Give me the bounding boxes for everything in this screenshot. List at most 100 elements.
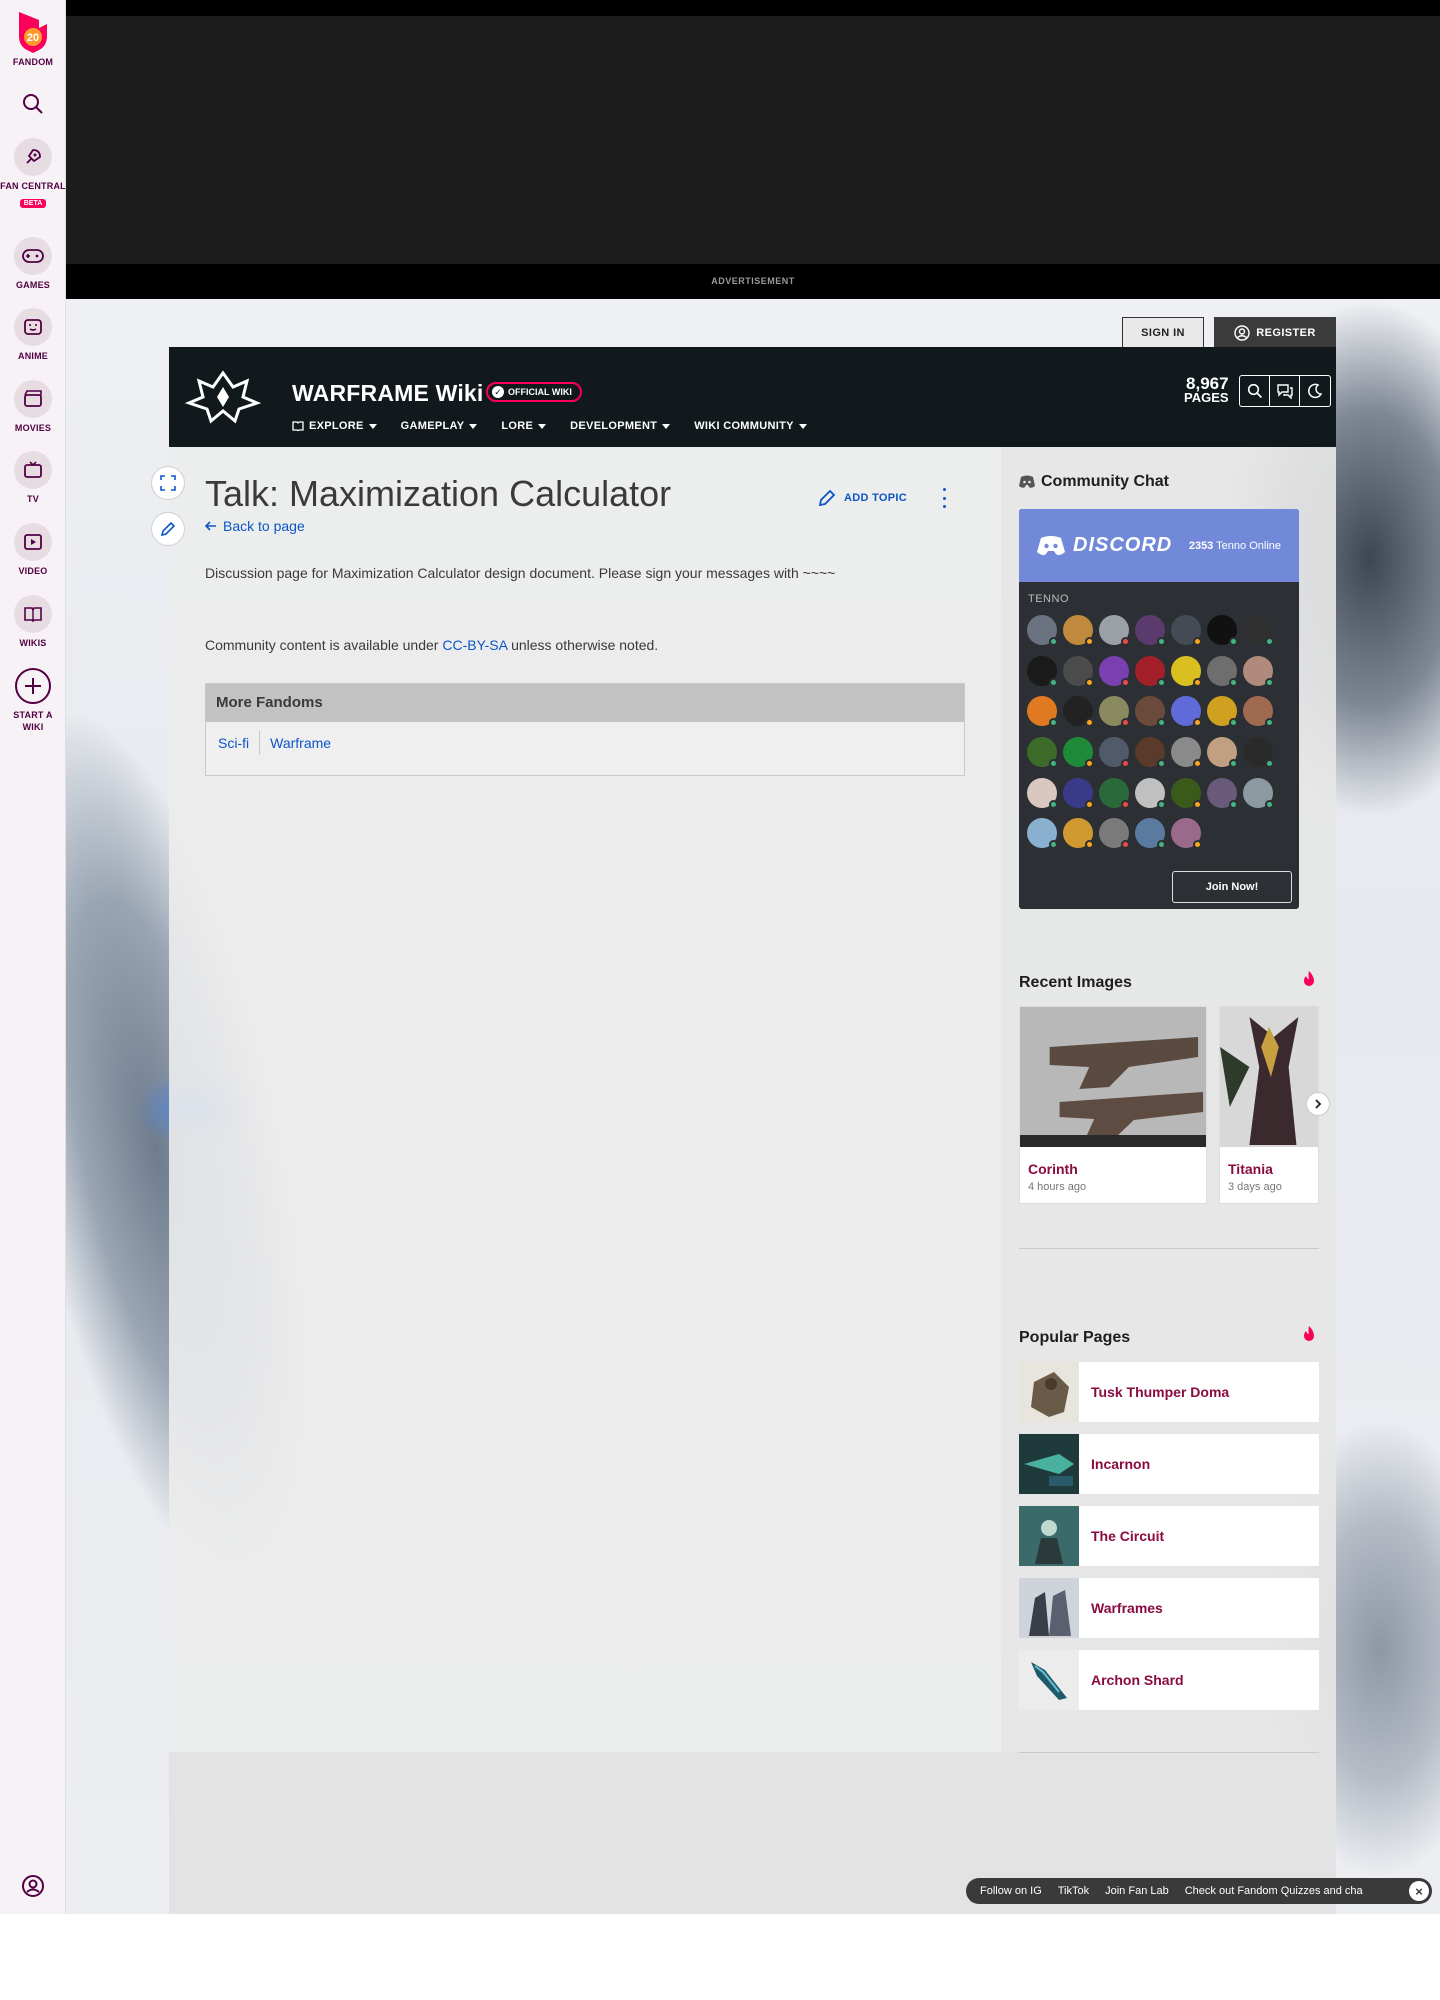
more-actions-icon[interactable] [940, 488, 948, 508]
back-to-page-link[interactable]: Back to page [205, 518, 305, 534]
discord-member-avatar[interactable] [1027, 696, 1058, 728]
discord-member-avatar[interactable] [1099, 615, 1130, 646]
discord-member-avatar[interactable] [1063, 615, 1094, 646]
sign-in-button[interactable]: SIGN IN [1122, 317, 1204, 348]
carousel-next-button[interactable] [1306, 1092, 1330, 1116]
discord-member-avatar[interactable] [1063, 818, 1094, 850]
fandom-link-sci-fi[interactable]: Sci-fi [218, 731, 259, 755]
recent-image-card[interactable]: Corinth 4 hours ago [1019, 1006, 1207, 1204]
wiki-nav-wiki-community[interactable]: WIKI COMMUNITY [694, 420, 807, 432]
discord-member-avatar[interactable] [1135, 736, 1166, 768]
discord-member-avatar[interactable] [1027, 777, 1058, 809]
discord-member-avatar[interactable] [1207, 655, 1238, 687]
discord-member-avatar[interactable] [1099, 818, 1130, 850]
discord-member-avatar[interactable] [1135, 818, 1166, 850]
discord-member-avatar[interactable] [1243, 777, 1274, 809]
follow-ig-link[interactable]: Follow on IG [980, 1885, 1058, 1897]
join-fan-lab-link[interactable]: Join Fan Lab [1105, 1885, 1185, 1897]
popular-page-item[interactable]: Tusk Thumper Doma [1019, 1362, 1319, 1422]
discord-member-avatar[interactable] [1027, 818, 1058, 850]
fandom-quizzes-link[interactable]: Check out Fandom Quizzes and cha [1185, 1885, 1379, 1897]
discord-member-avatar[interactable] [1027, 615, 1058, 646]
status-indicator [1229, 718, 1238, 728]
pencil-icon [160, 521, 176, 537]
discord-member-avatar[interactable] [1063, 655, 1094, 687]
search-button[interactable] [0, 92, 66, 116]
discord-member-avatar[interactable] [1171, 818, 1202, 850]
wiki-nav-gameplay[interactable]: GAMEPLAY [401, 420, 478, 432]
status-indicator [1085, 637, 1094, 646]
wiki-nav-lore[interactable]: LORE [501, 420, 547, 432]
license-link[interactable]: CC-BY-SA [442, 637, 507, 653]
add-topic-button[interactable]: ADD TOPIC [818, 489, 907, 507]
discord-member-avatar[interactable] [1099, 736, 1130, 768]
rail-divider [1019, 1752, 1319, 1753]
nav-item-video[interactable]: VIDEO [0, 523, 66, 577]
discord-member-avatar[interactable] [1171, 736, 1202, 768]
status-indicator [1049, 718, 1058, 728]
discord-member-avatar[interactable] [1063, 696, 1094, 728]
close-icon[interactable]: × [1409, 1881, 1429, 1901]
popular-page-item[interactable]: Warframes [1019, 1578, 1319, 1638]
caret-down-icon [469, 423, 478, 429]
warframe-logo-icon[interactable] [183, 367, 263, 427]
discord-member-avatar[interactable] [1135, 696, 1166, 728]
ad-top-strip [66, 0, 1440, 16]
discord-member-avatar[interactable] [1243, 615, 1274, 646]
discord-member-avatar[interactable] [1135, 777, 1166, 809]
popular-page-item[interactable]: Archon Shard [1019, 1650, 1319, 1710]
nav-item-fan-central[interactable]: FAN CENTRAL BETA [0, 138, 66, 210]
discord-member-avatar[interactable] [1099, 655, 1130, 687]
popular-page-item[interactable]: The Circuit [1019, 1506, 1319, 1566]
discord-member-avatar[interactable] [1135, 655, 1166, 687]
discord-member-avatar[interactable] [1243, 696, 1274, 728]
tiktok-link[interactable]: TikTok [1058, 1885, 1105, 1897]
nav-item-games[interactable]: GAMES [0, 237, 66, 291]
discord-member-avatar[interactable] [1063, 736, 1094, 768]
nav-item-start-a-wiki[interactable]: START A WIKI [0, 667, 66, 733]
status-indicator [1049, 799, 1058, 809]
edit-button[interactable] [151, 512, 185, 546]
nav-item-movies[interactable]: MOVIES [0, 380, 66, 434]
discord-member-avatar[interactable] [1171, 655, 1202, 687]
discord-join-button[interactable]: Join Now! [1172, 871, 1292, 903]
discussions-button[interactable] [1270, 376, 1300, 406]
more-fandoms-links: Sci-fi Warframe [206, 722, 964, 764]
discord-member-avatar[interactable] [1207, 777, 1238, 809]
discord-member-avatar[interactable] [1243, 736, 1274, 768]
dark-mode-toggle[interactable] [1300, 376, 1330, 406]
discord-member-avatar[interactable] [1027, 655, 1058, 687]
discord-member-avatar[interactable] [1099, 696, 1130, 728]
popular-page-title: Warframes [1091, 1600, 1163, 1616]
discord-member-avatar[interactable] [1171, 696, 1202, 728]
wiki-search-button[interactable] [1240, 376, 1270, 406]
wiki-nav-label: DEVELOPMENT [570, 420, 658, 432]
nav-item-wikis[interactable]: WIKIS [0, 595, 66, 649]
beta-badge: BETA [19, 199, 47, 208]
tv-icon [14, 451, 52, 489]
discord-member-avatar[interactable] [1171, 777, 1202, 809]
register-button[interactable]: REGISTER [1214, 317, 1336, 348]
popular-page-item[interactable]: Incarnon [1019, 1434, 1319, 1494]
fandom-link-warframe[interactable]: Warframe [259, 731, 341, 755]
fullscreen-button[interactable] [151, 466, 185, 500]
discord-member-avatar[interactable] [1207, 696, 1238, 728]
discord-member-avatar[interactable] [1207, 615, 1238, 646]
recent-image-card[interactable]: Titania 3 days ago [1219, 1006, 1319, 1204]
discord-member-avatar[interactable] [1243, 655, 1274, 687]
user-account-button[interactable] [0, 1874, 66, 1898]
wiki-title[interactable]: WARFRAME Wiki [292, 380, 484, 407]
wiki-nav-explore[interactable]: EXPLORE [292, 420, 377, 432]
discord-widget: DISCORD 2353 Tenno Online TENNO Join Now… [1019, 509, 1299, 909]
nav-item-anime[interactable]: ANIME [0, 308, 66, 362]
fandom-logo[interactable]: 20 FANDOM [0, 10, 66, 68]
discord-member-avatar[interactable] [1099, 777, 1130, 809]
discord-member-avatar[interactable] [1171, 615, 1202, 646]
wiki-nav-development[interactable]: DEVELOPMENT [570, 420, 671, 432]
plus-circle-icon [15, 668, 51, 704]
nav-item-tv[interactable]: TV [0, 451, 66, 505]
discord-member-avatar[interactable] [1027, 736, 1058, 768]
discord-member-avatar[interactable] [1135, 615, 1166, 646]
discord-member-avatar[interactable] [1063, 777, 1094, 809]
discord-member-avatar[interactable] [1207, 736, 1238, 768]
